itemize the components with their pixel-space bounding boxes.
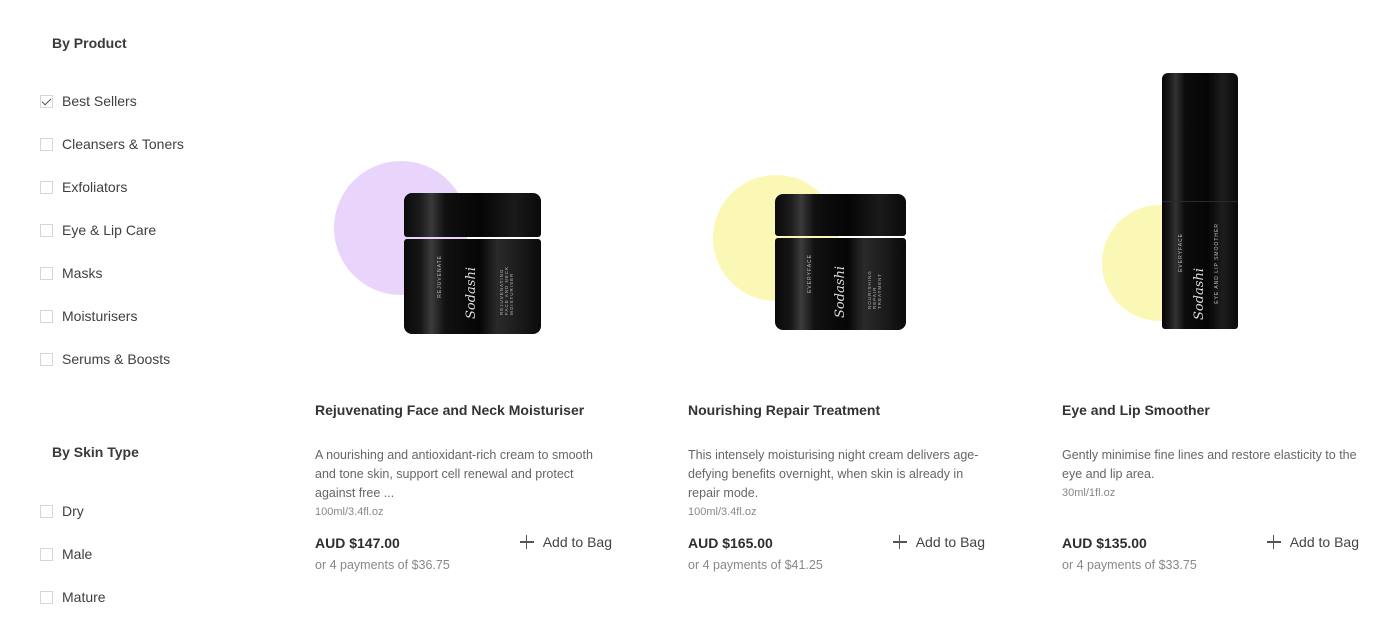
checkbox[interactable] xyxy=(40,590,53,604)
product-price: AUD $135.00 xyxy=(1062,535,1147,551)
pack-line-text: REJUVENATE xyxy=(437,255,443,298)
pack-name-text: NOURISHING REPAIR TREATMENT xyxy=(867,270,882,309)
add-to-bag-button[interactable]: Add to Bag xyxy=(1266,534,1359,550)
brand-logo: Sodashi xyxy=(464,267,479,320)
brand-logo: Sodashi xyxy=(1192,268,1207,321)
installment-text: or 4 payments of $41.25 xyxy=(688,558,823,572)
filter-serums-boosts[interactable]: Serums & Boosts xyxy=(40,351,170,367)
plus-icon xyxy=(1266,535,1281,549)
product-tube: EVERYFACE Sodashi EYE AND LIP SMOOTHER xyxy=(1162,73,1238,329)
pack-line-text: EVERYFACE xyxy=(1178,233,1184,272)
pack-name-text: EYE AND LIP SMOOTHER xyxy=(1214,223,1220,304)
product-title[interactable]: Rejuvenating Face and Neck Moisturiser xyxy=(315,402,584,418)
filter-label: Eye & Lip Care xyxy=(62,222,157,238)
add-to-bag-label: Add to Bag xyxy=(915,534,985,550)
filter-label: Serums & Boosts xyxy=(62,351,171,367)
filter-group-title-by-product: By Product xyxy=(52,35,127,51)
product-description: This intensely moisturising night cream … xyxy=(688,446,988,521)
product-size: 30ml/1fl.oz xyxy=(1062,487,1116,499)
filter-sidebar: By Product Best Sellers Cleansers & Tone… xyxy=(0,0,280,628)
product-title[interactable]: Eye and Lip Smoother xyxy=(1062,402,1210,418)
checkbox[interactable] xyxy=(40,223,53,237)
product-card: REJUVENATE Sodashi REJUVENATING FACE AND… xyxy=(315,0,615,628)
product-card: EVERYFACE Sodashi EYE AND LIP SMOOTHER E… xyxy=(1062,0,1362,628)
plus-icon xyxy=(519,535,534,549)
filter-masks[interactable]: Masks xyxy=(40,265,102,281)
checkbox[interactable] xyxy=(40,504,53,518)
product-card: EVERYFACE Sodashi NOURISHING REPAIR TREA… xyxy=(688,0,988,628)
filter-label: Masks xyxy=(62,265,103,281)
filter-label: Moisturisers xyxy=(62,308,138,324)
brand-logo: Sodashi xyxy=(833,266,848,319)
filter-mature[interactable]: Mature xyxy=(40,589,106,605)
pack-line-text: EVERYFACE xyxy=(807,254,813,293)
add-to-bag-label: Add to Bag xyxy=(542,534,612,550)
description-text: A nourishing and antioxidant-rich cream … xyxy=(315,448,593,500)
product-description: Gently minimise fine lines and restore e… xyxy=(1062,446,1362,502)
checkbox[interactable] xyxy=(40,137,53,151)
add-to-bag-button[interactable]: Add to Bag xyxy=(892,534,985,550)
filter-moisturisers[interactable]: Moisturisers xyxy=(40,308,137,324)
filter-group-title-by-skin-type: By Skin Type xyxy=(52,444,139,460)
product-size: 100ml/3.4fl.oz xyxy=(688,506,757,518)
checkbox[interactable] xyxy=(40,266,53,280)
product-image[interactable]: EVERYFACE Sodashi NOURISHING REPAIR TREA… xyxy=(688,40,988,360)
description-text: This intensely moisturising night cream … xyxy=(688,448,979,500)
product-size: 100ml/3.4fl.oz xyxy=(315,506,384,518)
filter-label: Cleansers & Toners xyxy=(62,136,184,152)
checkbox[interactable] xyxy=(40,352,53,366)
checkbox-checked[interactable] xyxy=(40,94,53,108)
filter-label: Mature xyxy=(62,589,106,605)
product-description: A nourishing and antioxidant-rich cream … xyxy=(315,446,615,521)
add-to-bag-label: Add to Bag xyxy=(1289,534,1359,550)
product-image[interactable]: REJUVENATE Sodashi REJUVENATING FACE AND… xyxy=(315,40,615,360)
pack-name-text: REJUVENATING FACE AND NECK MOISTURISER xyxy=(499,265,514,315)
filter-dry[interactable]: Dry xyxy=(40,503,84,519)
product-jar: REJUVENATE Sodashi REJUVENATING FACE AND… xyxy=(404,193,541,334)
product-jar: EVERYFACE Sodashi NOURISHING REPAIR TREA… xyxy=(775,194,906,330)
product-image[interactable]: EVERYFACE Sodashi EYE AND LIP SMOOTHER xyxy=(1062,40,1362,360)
checkbox[interactable] xyxy=(40,547,53,561)
installment-text: or 4 payments of $33.75 xyxy=(1062,558,1197,572)
checkbox[interactable] xyxy=(40,309,53,323)
add-to-bag-button[interactable]: Add to Bag xyxy=(519,534,612,550)
filter-label: Best Sellers xyxy=(62,93,137,109)
description-text: Gently minimise fine lines and restore e… xyxy=(1062,448,1357,481)
installment-text: or 4 payments of $36.75 xyxy=(315,558,450,572)
filter-label: Dry xyxy=(62,503,84,519)
filter-exfoliators[interactable]: Exfoliators xyxy=(40,179,127,195)
filter-cleansers-toners[interactable]: Cleansers & Toners xyxy=(40,136,184,152)
product-title[interactable]: Nourishing Repair Treatment xyxy=(688,402,880,418)
filter-male[interactable]: Male xyxy=(40,546,92,562)
filter-best-sellers[interactable]: Best Sellers xyxy=(40,93,137,109)
checkbox[interactable] xyxy=(40,180,53,194)
product-price: AUD $165.00 xyxy=(688,535,773,551)
filter-label: Exfoliators xyxy=(62,179,128,195)
plus-icon xyxy=(892,535,907,549)
product-price: AUD $147.00 xyxy=(315,535,400,551)
filter-eye-lip-care[interactable]: Eye & Lip Care xyxy=(40,222,156,238)
filter-label: Male xyxy=(62,546,93,562)
